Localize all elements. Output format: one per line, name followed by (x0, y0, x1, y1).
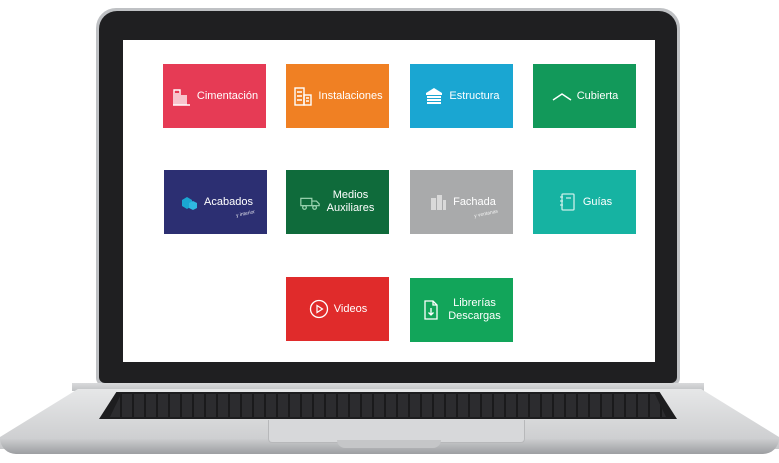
tile-cubierta-label: Cubierta (576, 89, 619, 102)
tile-acabados-sublabel: y interior (235, 208, 256, 219)
tile-guias[interactable]: Guías (533, 170, 636, 234)
building-icon (292, 85, 314, 107)
notebook-icon (557, 191, 579, 213)
tile-librerias-label: Librerías Descargas (448, 297, 501, 322)
tile-instalaciones-label: Instalaciones (318, 89, 383, 102)
cubes-icon (178, 191, 200, 213)
truck-icon (299, 191, 321, 213)
play-icon (308, 298, 330, 320)
tile-fachada-text: Fachada y ventanas (453, 195, 498, 219)
tile-librerias-descargas[interactable]: Librerías Descargas (410, 278, 513, 342)
facade-icon (427, 191, 449, 213)
tile-fachada[interactable]: Fachada y ventanas (410, 170, 513, 234)
roof-icon (551, 85, 573, 107)
tile-acabados-label: Acabados (204, 195, 253, 208)
tile-estructura-label: Estructura (449, 89, 500, 102)
tile-cimentacion-label: Cimentación (196, 89, 259, 102)
tile-cimentacion[interactable]: Cimentación (163, 64, 266, 128)
tile-videos[interactable]: Videos (286, 277, 389, 341)
tile-fachada-sublabel: y ventanas (473, 208, 499, 219)
laptop-screen: Cimentación Instalaciones Estructura Cub… (123, 40, 655, 362)
laptop-keys (110, 394, 666, 417)
tile-acabados[interactable]: Acabados y interior (164, 170, 267, 234)
tile-estructura[interactable]: Estructura (410, 64, 513, 128)
tile-medios-label: Medios Auxiliares (326, 189, 375, 214)
stack-icon (423, 85, 445, 107)
download-file-icon (420, 299, 442, 321)
tile-acabados-text: Acabados y interior (204, 195, 255, 219)
columns-icon (171, 85, 193, 107)
tile-cubierta[interactable]: Cubierta (533, 64, 636, 128)
tile-guias-label: Guías (582, 195, 613, 208)
tile-fachada-label: Fachada (453, 195, 496, 208)
tile-videos-label: Videos (333, 302, 368, 315)
tile-instalaciones[interactable]: Instalaciones (286, 64, 389, 128)
tile-medios-auxiliares[interactable]: Medios Auxiliares (286, 170, 389, 234)
laptop-notch (337, 440, 441, 448)
